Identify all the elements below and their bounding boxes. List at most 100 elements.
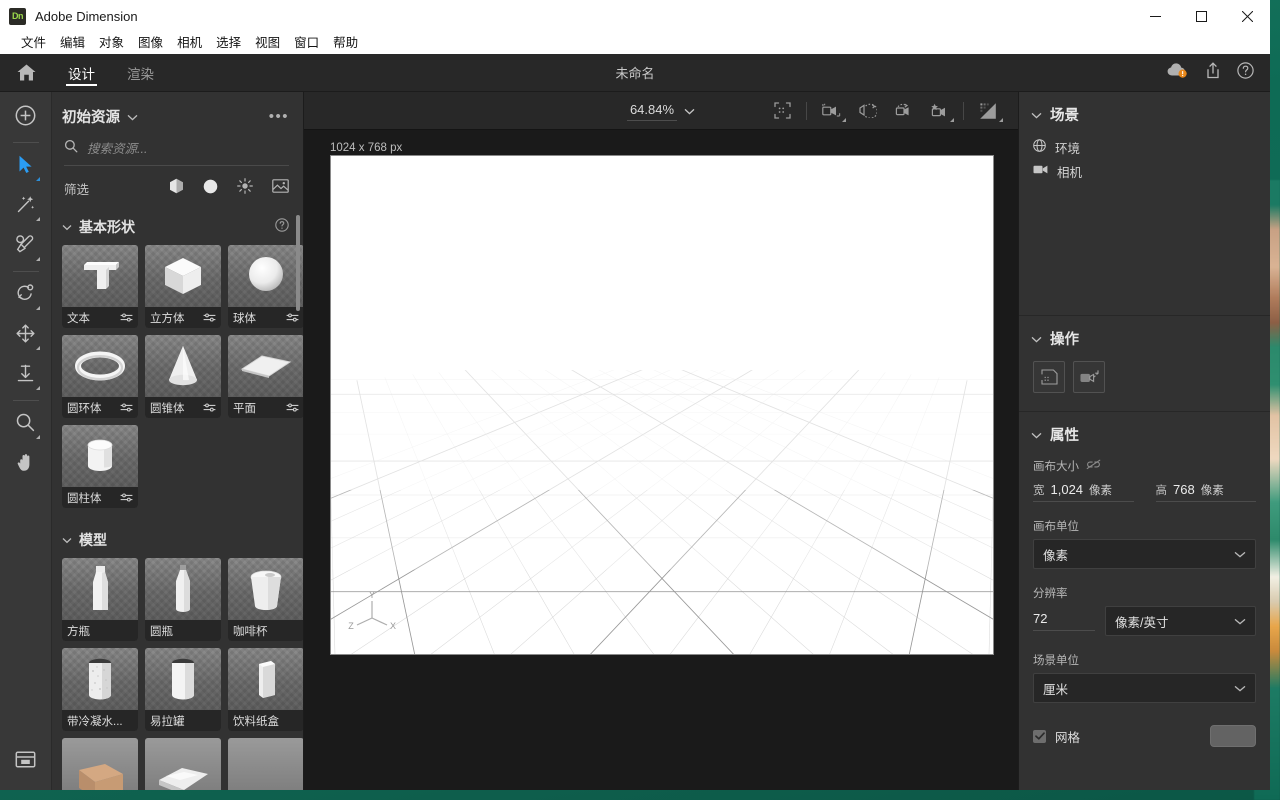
menu-camera[interactable]: 相机 [170, 33, 209, 53]
chevron-down-icon[interactable] [684, 102, 695, 120]
move-arrows-icon [15, 323, 36, 349]
scene-unit-select[interactable]: 厘米 [1033, 673, 1256, 703]
menu-object[interactable]: 对象 [92, 33, 131, 53]
camera-action-button[interactable] [1073, 361, 1105, 393]
camera-previous-icon[interactable] [849, 96, 885, 126]
grid-color-swatch[interactable] [1210, 725, 1256, 747]
home-icon[interactable] [0, 54, 52, 91]
sampler-tool[interactable] [7, 228, 45, 266]
zoom-level-value[interactable]: 64.84% [627, 101, 677, 121]
chevron-down-icon [1234, 547, 1246, 561]
menu-window[interactable]: 窗口 [287, 33, 326, 53]
asset-blank[interactable] [228, 738, 303, 790]
help-icon[interactable] [1237, 62, 1254, 84]
asset-adjust-icon[interactable] [120, 309, 133, 327]
content-library-button[interactable] [7, 743, 45, 781]
scene-item-label: 环境 [1055, 138, 1080, 157]
scene-item-camera[interactable]: 相机 [1019, 159, 1270, 183]
asset-caption: 圆锥体 [145, 397, 221, 418]
assets-scroll-area[interactable]: 基本形状 [52, 211, 303, 790]
link-broken-icon[interactable] [1086, 457, 1101, 475]
canvas-height-field[interactable]: 高 768 像素 [1156, 482, 1257, 502]
actions-title: 操作 [1050, 328, 1079, 349]
select-tool[interactable] [7, 148, 45, 186]
menu-view[interactable]: 视图 [248, 33, 287, 53]
render-quality-icon[interactable] [970, 96, 1006, 126]
artboard[interactable]: Y X Z [330, 155, 994, 655]
section-header-basic-shapes[interactable]: 基本形状 [52, 211, 303, 245]
tab-render-label: 渲染 [127, 63, 154, 83]
menu-select[interactable]: 选择 [209, 33, 248, 53]
add-content-tool[interactable] [7, 99, 45, 137]
menu-file[interactable]: 文件 [14, 33, 53, 53]
actions-section-header[interactable]: 操作 [1019, 316, 1270, 359]
asset-text[interactable]: 文本 [62, 245, 138, 328]
viewport[interactable]: 1024 x 768 px [304, 130, 1018, 790]
scene-section-header[interactable]: 场景 [1019, 92, 1270, 135]
match-image-button[interactable] [1033, 361, 1065, 393]
menu-image[interactable]: 图像 [131, 33, 170, 53]
asset-square-bottle[interactable]: 方瓶 [62, 558, 138, 641]
asset-cube[interactable]: 立方体 [145, 245, 221, 328]
asset-sphere[interactable]: 球体 [228, 245, 303, 328]
asset-adjust-icon[interactable] [286, 399, 299, 417]
asset-paper-bag[interactable] [62, 738, 138, 790]
close-button[interactable] [1224, 0, 1270, 32]
menu-edit[interactable]: 编辑 [53, 33, 92, 53]
chevron-down-icon [1031, 106, 1042, 124]
resolution-input[interactable]: 72 [1033, 611, 1095, 631]
asset-adjust-icon[interactable] [120, 399, 133, 417]
help-circle-icon[interactable] [275, 218, 289, 237]
camera-next-icon[interactable] [885, 96, 921, 126]
menu-help[interactable]: 帮助 [326, 33, 365, 53]
asset-round-bottle[interactable]: 圆瓶 [145, 558, 221, 641]
move-tool[interactable] [7, 317, 45, 355]
material-filter-icon[interactable] [203, 179, 218, 199]
maximize-button[interactable] [1178, 0, 1224, 32]
canvas-unit-select[interactable]: 像素 [1033, 539, 1256, 569]
minimize-button[interactable] [1132, 0, 1178, 32]
asset-plane[interactable]: 平面 [228, 335, 303, 418]
asset-soda-can[interactable]: 易拉罐 [145, 648, 221, 731]
scene-item-environment[interactable]: 环境 [1019, 135, 1270, 159]
chevron-down-icon[interactable] [127, 108, 138, 126]
asset-cone[interactable]: 圆锥体 [145, 335, 221, 418]
tab-design[interactable]: 设计 [52, 54, 111, 91]
search-input[interactable] [87, 142, 289, 156]
resolution-unit-select[interactable]: 像素/英寸 [1105, 606, 1256, 636]
drop-to-ground-tool[interactable] [7, 357, 45, 395]
assets-scrollbar[interactable] [296, 215, 300, 311]
cloud-sync-alert-icon[interactable] [1167, 62, 1189, 83]
image-filter-icon[interactable] [272, 179, 289, 198]
asset-adjust-icon[interactable] [203, 399, 216, 417]
section-header-models[interactable]: 模型 [52, 524, 303, 558]
tab-render[interactable]: 渲染 [111, 54, 170, 91]
render-preview-icon[interactable] [764, 96, 800, 126]
canvas-width-field[interactable]: 宽 1,024 像素 [1033, 482, 1134, 502]
zoom-tool[interactable] [7, 406, 45, 444]
asset-adjust-icon[interactable] [203, 309, 216, 327]
assets-more-button[interactable]: ••• [269, 113, 289, 121]
asset-drink-carton[interactable]: 饮料纸盒 [228, 648, 303, 731]
asset-condensation-can[interactable]: 带冷凝水... [62, 648, 138, 731]
asset-label: 圆环体 [67, 400, 117, 416]
asset-torus[interactable]: 圆环体 [62, 335, 138, 418]
asset-caption: 圆环体 [62, 397, 138, 418]
asset-foil-pouch[interactable] [145, 738, 221, 790]
asset-coffee-cup[interactable]: 咖啡杯 [228, 558, 303, 641]
asset-adjust-icon[interactable] [120, 489, 133, 507]
share-icon[interactable] [1205, 62, 1221, 84]
camera-bookmark-icon[interactable] [813, 96, 849, 126]
orbit-tool[interactable] [7, 277, 45, 315]
asset-thumbnail [62, 738, 138, 790]
pan-tool[interactable] [7, 446, 45, 484]
properties-section-header[interactable]: 属性 [1019, 412, 1270, 455]
asset-adjust-icon[interactable] [286, 309, 299, 327]
canvas-unit-value: 像素 [1043, 545, 1068, 564]
camera-home-icon[interactable] [921, 96, 957, 126]
asset-cylinder[interactable]: 圆柱体 [62, 425, 138, 508]
magic-wand-tool[interactable] [7, 188, 45, 226]
model-filter-icon[interactable] [169, 178, 184, 199]
grid-checkbox[interactable] [1033, 730, 1046, 743]
light-filter-icon[interactable] [237, 178, 253, 199]
